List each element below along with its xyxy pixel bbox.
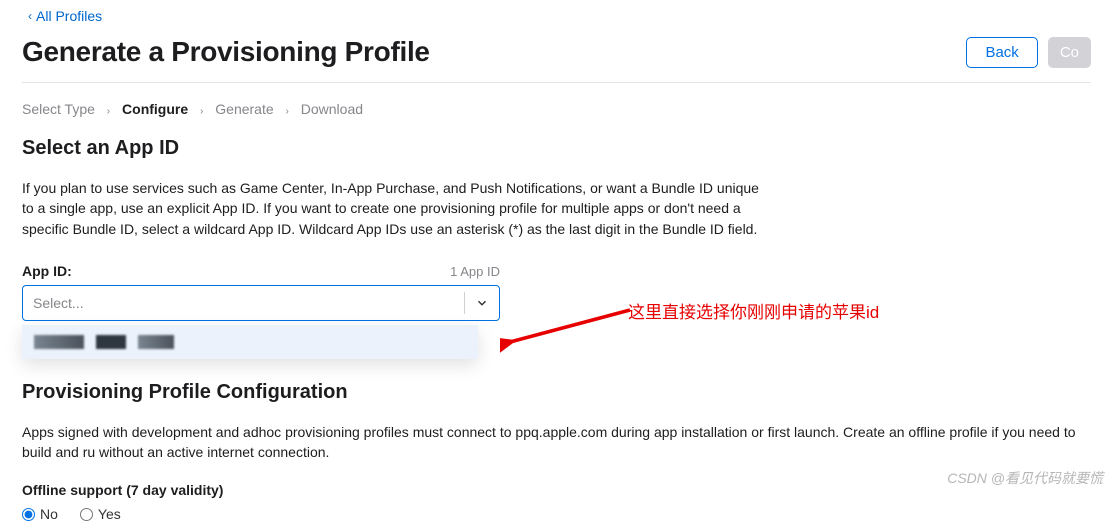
section-title-select-appid: Select an App ID	[22, 137, 1091, 160]
offline-yes-radio[interactable]	[80, 508, 93, 521]
redacted-text	[34, 335, 84, 349]
watermark: CSDN @看见代码就要慌	[947, 468, 1103, 488]
breadcrumb-step-configure: Configure	[122, 101, 188, 117]
back-link-text: All Profiles	[36, 8, 102, 24]
offline-yes-option[interactable]: Yes	[80, 506, 121, 522]
chevron-right-icon: ›	[192, 106, 211, 117]
chevron-left-icon: ‹	[28, 9, 32, 23]
page-title: Generate a Provisioning Profile	[22, 36, 430, 68]
offline-radio-group: No Yes	[22, 506, 1091, 522]
breadcrumb-step-download: Download	[301, 101, 363, 117]
section-title-config: Provisioning Profile Configuration	[22, 381, 1091, 404]
offline-no-radio[interactable]	[22, 508, 35, 521]
appid-label: App ID:	[22, 263, 72, 279]
breadcrumb: Select Type › Configure › Generate › Dow…	[0, 83, 1113, 137]
appid-field-row: App ID: 1 App ID	[22, 263, 500, 279]
section-desc-config: Apps signed with development and adhoc p…	[22, 422, 1091, 463]
offline-support-label: Offline support (7 day validity)	[22, 482, 1091, 498]
appid-select-wrap	[22, 285, 500, 321]
redacted-text	[96, 335, 126, 349]
chevron-right-icon: ›	[278, 106, 297, 117]
appid-select[interactable]	[22, 285, 500, 321]
appid-count: 1 App ID	[450, 264, 500, 279]
breadcrumb-step-select-type: Select Type	[22, 101, 95, 117]
config-section: Provisioning Profile Configuration Apps …	[0, 381, 1113, 522]
chevron-right-icon: ›	[99, 106, 118, 117]
breadcrumb-step-generate: Generate	[215, 101, 273, 117]
section-desc-select-appid: If you plan to use services such as Game…	[22, 178, 762, 239]
chevron-down-icon[interactable]	[465, 296, 499, 310]
appid-option[interactable]	[22, 325, 478, 359]
header-buttons: Back Co	[966, 37, 1091, 68]
offline-no-label: No	[40, 506, 58, 522]
redacted-text	[138, 335, 174, 349]
back-button[interactable]: Back	[966, 37, 1037, 68]
select-appid-section: Select an App ID If you plan to use serv…	[0, 137, 1113, 321]
offline-yes-label: Yes	[98, 506, 121, 522]
header: Generate a Provisioning Profile Back Co	[0, 28, 1113, 82]
offline-no-option[interactable]: No	[22, 506, 58, 522]
appid-dropdown	[22, 325, 478, 359]
continue-button[interactable]: Co	[1048, 37, 1091, 68]
all-profiles-link[interactable]: ‹ All Profiles	[0, 0, 102, 28]
appid-select-input[interactable]	[23, 286, 464, 320]
